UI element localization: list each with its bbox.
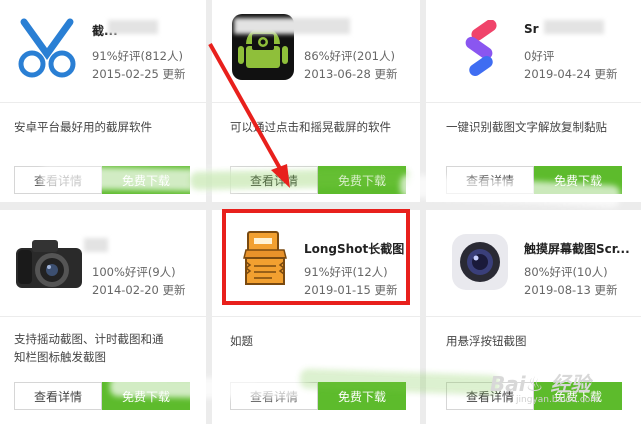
pointer-arrow-icon bbox=[208, 43, 290, 188]
app-grid: 截... 91%好评(812人) 2015-02-25 更新 安卓平台最好用的截… bbox=[0, 0, 641, 424]
baidu-watermark: Bai♨ 经验 bbox=[490, 372, 591, 396]
watermark-url: jingyan.baidu.com bbox=[516, 395, 600, 405]
